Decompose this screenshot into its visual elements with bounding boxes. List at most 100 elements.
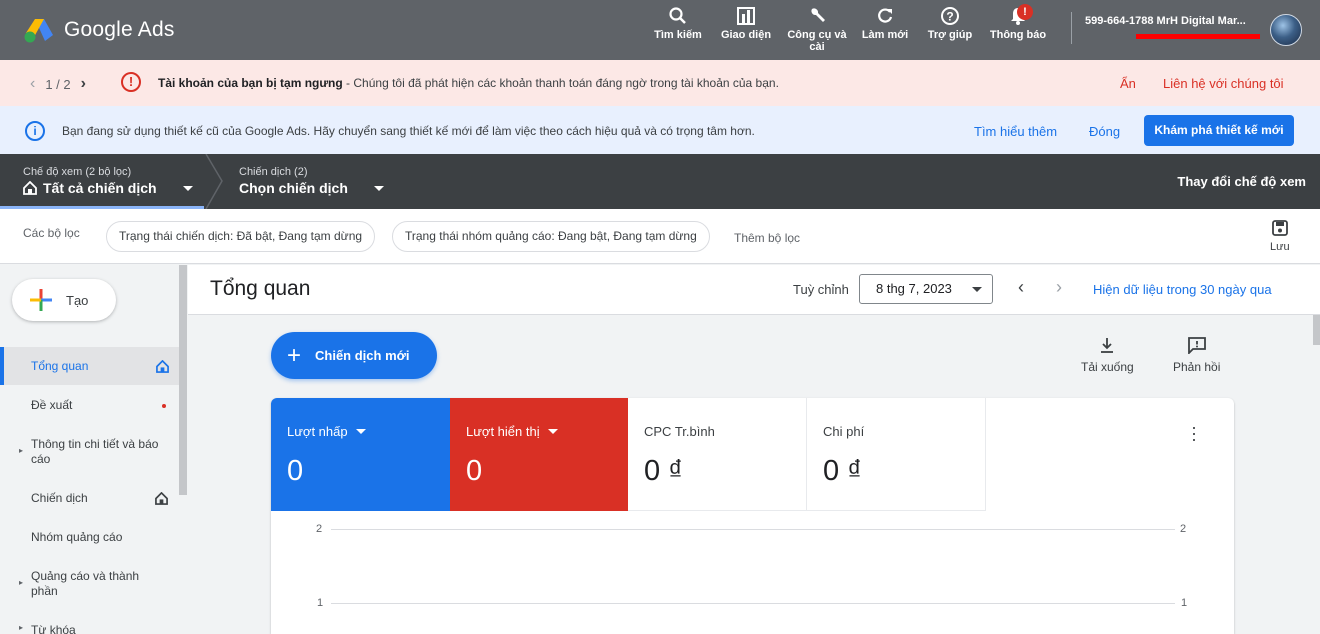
metric-value: 0 ₫	[823, 455, 863, 487]
notifications-label: Thông báo	[989, 29, 1047, 41]
metric-impressions[interactable]: Lượt hiển thị 0	[450, 398, 628, 511]
appearance-tool-button[interactable]: Giao diện	[716, 6, 776, 41]
refresh-button[interactable]: Làm mới	[855, 6, 915, 41]
metric-clicks[interactable]: Lượt nhấp 0	[271, 398, 450, 511]
sidebar-item-ad-groups[interactable]: Nhóm quảng cáo	[0, 522, 180, 552]
metric-cost[interactable]: Chi phí 0 ₫	[807, 398, 986, 511]
sidebar-item-label: Chiến dịch	[31, 491, 88, 505]
account-name[interactable]: 599-664-1788 MrH Digital Mar...	[1085, 15, 1246, 27]
sidebar-item-campaigns[interactable]: Chiến dịch	[0, 482, 180, 514]
add-filter-link[interactable]: Thêm bộ lọc	[734, 231, 800, 245]
campaign-dropdown[interactable]: Chiến dịch (2) Chọn chiến dịch	[239, 166, 384, 196]
page-title: Tổng quan	[210, 277, 311, 300]
product-name: Google Ads	[64, 18, 175, 41]
alert-title: Tài khoản của bạn bị tạm ngưng	[158, 76, 343, 90]
date-range-label: Tuỳ chỉnh	[793, 282, 849, 297]
date-range-select[interactable]: 8 thg 7, 2023	[859, 274, 993, 304]
notification-dot	[162, 404, 166, 408]
change-view-link[interactable]: Thay đổi chế độ xem	[1177, 174, 1306, 189]
main-scrollbar[interactable]	[1313, 315, 1320, 345]
plus-icon: +	[287, 341, 302, 369]
help-label: Trợ giúp	[927, 29, 973, 41]
download-label: Tải xuống	[1081, 360, 1134, 374]
save-label: Lưu	[1270, 241, 1290, 253]
plus-icon	[30, 289, 52, 311]
appearance-tool-label: Giao diện	[720, 29, 772, 41]
sidebar-item-recommendations[interactable]: Đề xuất	[0, 387, 180, 423]
sidebar-item-ads-assets[interactable]: ▸ Quảng cáo và thành phần	[0, 566, 180, 602]
feedback-button[interactable]: Phản hồi	[1173, 336, 1220, 374]
sidebar-item-insights-reports[interactable]: ▸ Thông tin chi tiết và báo cáo	[0, 429, 180, 473]
tools-settings-button[interactable]: Công cụ và cài	[787, 6, 847, 53]
metric-label: Chi phí	[823, 424, 865, 439]
breadcrumb-separator-icon	[205, 154, 223, 209]
close-banner-link[interactable]: Đóng	[1089, 124, 1120, 139]
download-button[interactable]: Tải xuống	[1081, 336, 1134, 374]
alert-message: Tài khoản của bạn bị tạm ngưng - Chúng t…	[158, 76, 779, 90]
wrench-icon	[811, 8, 825, 22]
campaign-value: Chọn chiến dịch	[239, 180, 384, 196]
more-vert-icon[interactable]: · · ·	[1191, 418, 1197, 448]
notifications-button[interactable]: ! Thông báo	[988, 4, 1048, 41]
sidebar-scrollbar[interactable]	[179, 265, 187, 495]
previous-period-icon[interactable]: ‹	[1018, 277, 1024, 298]
refresh-icon	[878, 8, 893, 23]
filter-bar: Các bộ lọc Trạng thái chiến dịch: Đã bật…	[0, 209, 1320, 264]
home-icon	[155, 492, 168, 505]
contact-us-link[interactable]: Liên hệ với chúng tôi	[1163, 76, 1284, 91]
chevron-right-icon[interactable]: ›	[81, 75, 86, 93]
google-ads-logo[interactable]: Google Ads	[24, 14, 175, 46]
next-period-icon[interactable]: ›	[1056, 277, 1062, 298]
main-header: Tổng quan Tuỳ chỉnh 8 thg 7, 2023 ‹ › Hi…	[188, 265, 1320, 315]
metric-avg-cpc[interactable]: CPC Tr.bình 0 ₫	[628, 398, 807, 511]
new-campaign-label: Chiến dịch mới	[315, 348, 410, 363]
avatar[interactable]	[1270, 14, 1302, 46]
filters-label: Các bộ lọc	[23, 226, 80, 240]
view-value: Tất cả chiến dịch	[23, 180, 193, 196]
info-icon: i	[25, 121, 45, 141]
search-tool-label: Tìm kiếm	[654, 29, 702, 41]
home-icon	[156, 360, 169, 373]
chevron-down-icon	[182, 185, 193, 191]
filter-chip-adgroup-status[interactable]: Trạng thái nhóm quảng cáo: Đang bật, Đan…	[392, 221, 710, 252]
chevron-down-icon	[355, 429, 366, 434]
view-dropdown[interactable]: Chế độ xem (2 bộ lọc) Tất cả chiến dịch	[23, 166, 193, 196]
sidebar-item-label: Thông tin chi tiết và báo cáo	[31, 437, 159, 466]
chevron-left-icon[interactable]: ‹	[30, 75, 35, 93]
banner-pager: ‹ 1 / 2 ›	[30, 75, 86, 93]
chart-gridline	[331, 603, 1175, 604]
tools-settings-label: Công cụ và cài	[787, 29, 847, 53]
help-icon: ?	[941, 7, 959, 25]
show-last-30-days-link[interactable]: Hiện dữ liệu trong 30 ngày qua	[1093, 282, 1272, 297]
redacted-account-email	[1136, 34, 1260, 39]
new-campaign-button[interactable]: + Chiến dịch mới	[271, 332, 437, 379]
save-button[interactable]: Lưu	[1270, 219, 1290, 253]
new-design-banner: i Bạn đang sử dụng thiết kế cũ của Googl…	[0, 106, 1320, 154]
sidebar-item-overview[interactable]: Tổng quan	[0, 347, 180, 385]
svg-text:?: ?	[946, 10, 953, 24]
chevron-down-icon	[972, 287, 982, 292]
help-button[interactable]: ? Trợ giúp	[920, 6, 980, 41]
sidebar-item-keywords[interactable]: ▸ Từ khóa	[0, 620, 180, 634]
learn-more-link[interactable]: Tìm hiểu thêm	[974, 124, 1057, 139]
view-caption: Chế độ xem (2 bộ lọc)	[23, 166, 132, 178]
hide-alert-link[interactable]: Ẩn	[1120, 76, 1136, 91]
search-tool-button[interactable]: Tìm kiếm	[648, 6, 708, 41]
top-header: Google Ads Tìm kiếm Giao diện Công cụ và…	[0, 0, 1320, 60]
explore-new-design-button[interactable]: Khám phá thiết kế mới	[1144, 115, 1294, 146]
metric-label: Lượt hiển thị	[466, 424, 540, 439]
date-value: 8 thg 7, 2023	[876, 281, 952, 296]
view-name: Tất cả chiến dịch	[43, 180, 157, 196]
save-icon	[1271, 220, 1288, 236]
expand-arrow-icon: ▸	[19, 446, 24, 455]
info-message: Bạn đang sử dụng thiết kế cũ của Google …	[62, 124, 755, 138]
performance-card: Lượt nhấp 0 Lượt hiển thị 0 CPC Tr.bình …	[271, 398, 1234, 634]
metric-label-row: Lượt hiển thị	[466, 424, 612, 439]
download-icon	[1101, 338, 1114, 353]
create-button[interactable]: Tạo	[12, 279, 116, 321]
expand-arrow-icon: ▸	[19, 623, 24, 632]
sidebar-item-label: Đề xuất	[31, 398, 73, 412]
home-icon	[23, 181, 37, 195]
filter-chip-campaign-status[interactable]: Trạng thái chiến dịch: Đã bật, Đang tạm …	[106, 221, 376, 252]
feedback-icon	[1187, 337, 1206, 354]
